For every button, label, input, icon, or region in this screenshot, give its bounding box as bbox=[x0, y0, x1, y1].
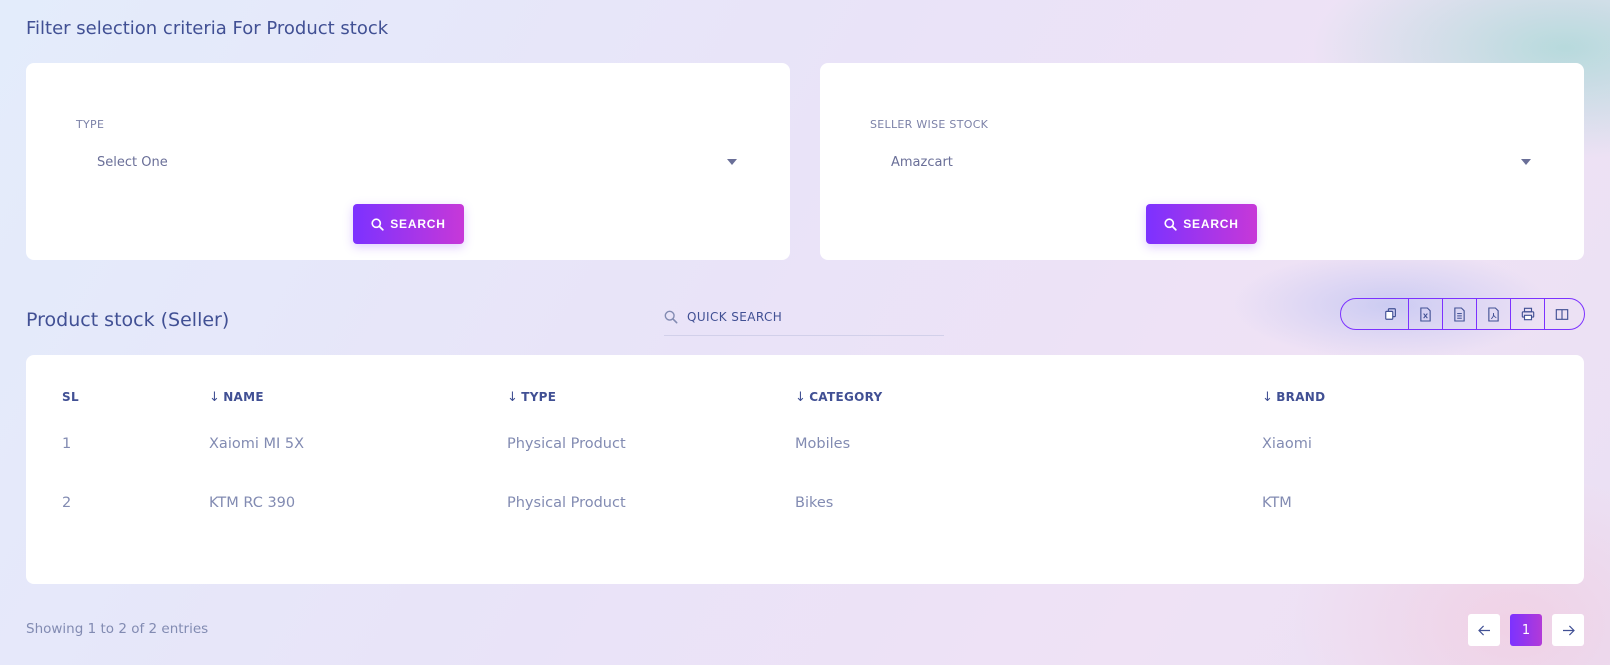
column-header-brand[interactable]: ↓ BRAND bbox=[1262, 380, 1552, 414]
cell-name: KTM RC 390 bbox=[209, 494, 296, 511]
type-select-value: Select One bbox=[97, 154, 168, 170]
pdf-icon[interactable] bbox=[1476, 299, 1510, 329]
seller-search-button[interactable]: SEARCH bbox=[1146, 204, 1257, 244]
type-label: TYPE bbox=[76, 118, 105, 131]
search-icon bbox=[371, 217, 384, 231]
table-header-row: SL ↓ NAME ↓ TYPE ↓ CATEGORY ↓ BRAND bbox=[62, 380, 1552, 414]
type-search-button-label: SEARCH bbox=[390, 217, 446, 231]
cell-category: Bikes bbox=[795, 494, 834, 511]
sort-arrow-icon: ↓ bbox=[507, 389, 519, 405]
next-page-button[interactable] bbox=[1552, 614, 1584, 646]
table-row: 2 KTM RC 390 Physical Product Bikes KTM bbox=[62, 473, 1552, 532]
cell-brand: Xiaomi bbox=[1262, 435, 1312, 452]
type-filter-card: TYPE Select One SEARCH bbox=[26, 63, 790, 260]
quick-search-input[interactable] bbox=[687, 309, 927, 324]
section-title: Product stock (Seller) bbox=[26, 309, 230, 331]
arrow-right-icon bbox=[1562, 624, 1575, 636]
cell-sl: 1 bbox=[62, 435, 72, 452]
page-title: Filter selection criteria For Product st… bbox=[26, 18, 389, 39]
cell-type: Physical Product bbox=[507, 494, 626, 511]
type-search-button[interactable]: SEARCH bbox=[353, 204, 464, 244]
cell-type: Physical Product bbox=[507, 435, 626, 452]
column-header-sl[interactable]: SL bbox=[62, 380, 209, 414]
seller-search-button-label: SEARCH bbox=[1183, 217, 1239, 231]
column-header-name[interactable]: ↓ NAME bbox=[209, 380, 507, 414]
search-icon bbox=[1164, 217, 1177, 231]
export-toolbar bbox=[1340, 298, 1585, 330]
seller-label: SELLER WISE STOCK bbox=[870, 118, 989, 131]
cell-category: Mobiles bbox=[795, 435, 851, 452]
columns-icon[interactable] bbox=[1544, 299, 1578, 329]
copy-icon[interactable] bbox=[1374, 299, 1408, 329]
product-stock-table-card: SL ↓ NAME ↓ TYPE ↓ CATEGORY ↓ BRAND 1 Xaiomi… bbox=[26, 355, 1584, 584]
table-row: 1 Xaiomi MI 5X Physical Product Mobiles … bbox=[62, 414, 1552, 473]
sort-arrow-icon: ↓ bbox=[209, 389, 221, 405]
excel-icon[interactable] bbox=[1408, 299, 1442, 329]
cell-brand: KTM bbox=[1262, 494, 1292, 511]
page-button-current[interactable]: 1 bbox=[1510, 614, 1542, 646]
csv-icon[interactable] bbox=[1442, 299, 1476, 329]
seller-select-value: Amazcart bbox=[891, 154, 953, 170]
cell-sl: 2 bbox=[62, 494, 72, 511]
seller-filter-card: SELLER WISE STOCK Amazcart SEARCH bbox=[820, 63, 1584, 260]
sort-arrow-icon: ↓ bbox=[1262, 389, 1274, 405]
seller-select[interactable]: Amazcart bbox=[870, 148, 1535, 176]
arrow-left-icon bbox=[1477, 624, 1490, 636]
search-icon bbox=[664, 310, 678, 323]
sort-arrow-icon: ↓ bbox=[795, 389, 807, 405]
column-header-category[interactable]: ↓ CATEGORY bbox=[795, 380, 1262, 414]
print-icon[interactable] bbox=[1510, 299, 1544, 329]
quick-search bbox=[664, 298, 944, 336]
chevron-down-icon bbox=[727, 159, 737, 165]
entries-info: Showing 1 to 2 of 2 entries bbox=[26, 621, 209, 637]
column-header-type[interactable]: ↓ TYPE bbox=[507, 380, 795, 414]
type-select[interactable]: Select One bbox=[76, 148, 741, 176]
previous-page-button[interactable] bbox=[1468, 614, 1500, 646]
cell-name: Xaiomi MI 5X bbox=[209, 435, 305, 452]
chevron-down-icon bbox=[1521, 159, 1531, 165]
product-stock-table: SL ↓ NAME ↓ TYPE ↓ CATEGORY ↓ BRAND 1 Xaiomi… bbox=[62, 380, 1552, 532]
